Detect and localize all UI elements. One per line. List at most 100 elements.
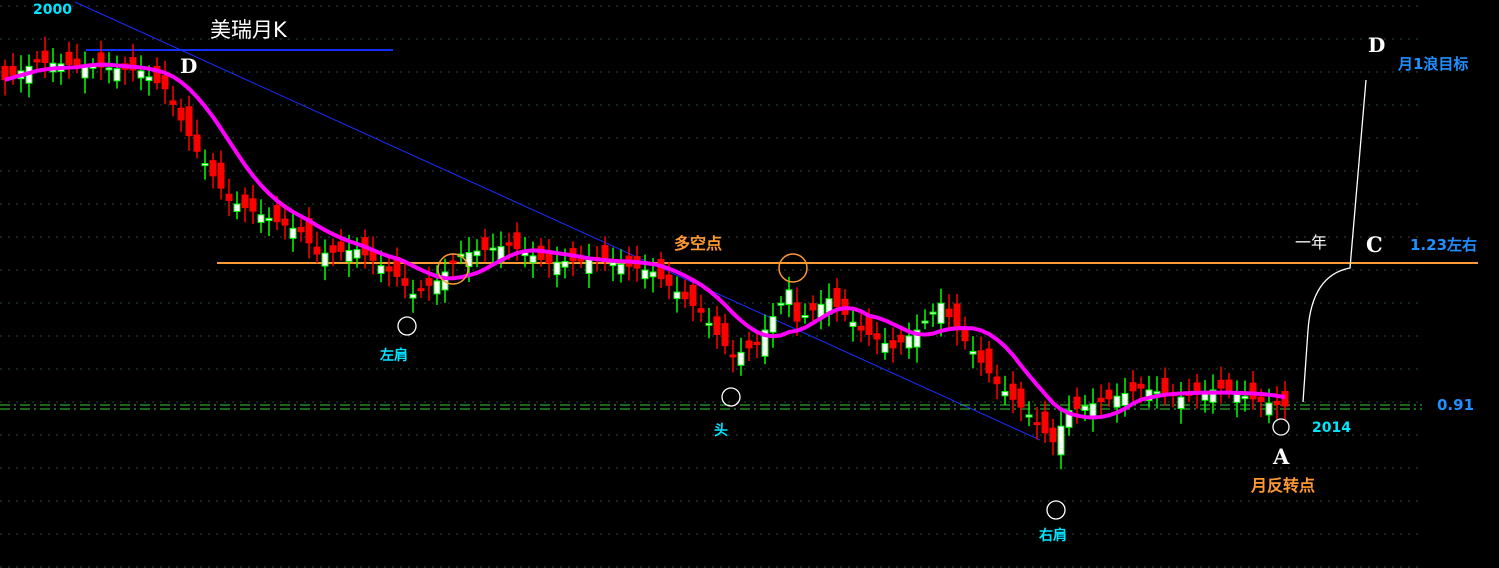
candle-body <box>1025 414 1033 418</box>
reversal-label: 月反转点 <box>1251 476 1316 495</box>
candle-body <box>265 217 273 222</box>
candle-body <box>409 293 417 299</box>
candle-body <box>1081 405 1089 411</box>
candle-body <box>905 335 913 349</box>
candle-body <box>209 160 217 177</box>
candle-body <box>833 287 841 308</box>
candle-body <box>481 237 489 251</box>
candle-body <box>257 214 265 223</box>
one-year-label: 一年 <box>1295 233 1328 252</box>
candle-body <box>1241 395 1249 400</box>
candle-body <box>713 316 721 335</box>
grid <box>0 5 1420 568</box>
candle-body <box>777 302 785 306</box>
candle-body <box>1249 382 1257 400</box>
candle-body <box>529 255 537 264</box>
candle-body <box>417 288 425 292</box>
head-label: 头 <box>714 423 728 439</box>
candle-body <box>169 100 177 105</box>
candle-body <box>513 232 521 250</box>
candle-body <box>9 65 17 76</box>
candle-body <box>345 249 353 262</box>
candle-body <box>801 315 809 319</box>
candle-body <box>1009 383 1017 400</box>
candle-body <box>585 258 593 274</box>
cross-marker-2 <box>778 253 808 283</box>
candle-body <box>193 134 201 152</box>
candle-body <box>161 75 169 90</box>
candle-body <box>865 316 873 335</box>
downtrend-line <box>74 1 1041 441</box>
candle-body <box>65 51 73 65</box>
candle-body <box>329 245 337 253</box>
candle-body <box>1017 388 1025 408</box>
candle-body <box>881 342 889 353</box>
candle-body <box>1073 396 1081 409</box>
candle-body <box>977 350 985 363</box>
candle-body <box>553 261 561 276</box>
candle-body <box>561 261 569 268</box>
candle-body <box>1001 390 1009 397</box>
candle-body <box>753 341 761 345</box>
candle-body <box>473 250 481 257</box>
candle-body <box>273 205 281 223</box>
candle-body <box>1153 391 1161 395</box>
candle-body <box>1129 382 1137 392</box>
end-year-label: 2014 <box>1312 420 1351 436</box>
candle-body <box>617 263 625 275</box>
candle-body <box>385 266 393 272</box>
candle-body <box>1217 379 1225 389</box>
candle-body <box>297 226 305 233</box>
candle-body <box>1161 377 1169 394</box>
candle-body <box>449 260 457 264</box>
candle-body <box>689 284 697 306</box>
chart-title: 美瑞月K <box>210 18 287 42</box>
candle-body <box>697 308 705 313</box>
c-label: C <box>1366 232 1383 257</box>
candle-body <box>1121 392 1129 406</box>
candle-body <box>745 340 753 349</box>
candle-body <box>73 58 81 66</box>
candle-body <box>1097 397 1105 403</box>
candle-body <box>321 252 329 267</box>
head-marker <box>721 387 741 407</box>
candle-body <box>137 70 145 79</box>
candle-body <box>897 334 905 343</box>
candle-body <box>1273 400 1281 406</box>
d-top-label: D <box>180 54 198 78</box>
candle-body <box>969 350 977 355</box>
candle-body <box>929 311 937 315</box>
candle-body <box>1049 427 1057 443</box>
long-short-label: 多空点 <box>674 234 723 253</box>
candle-body <box>241 194 249 209</box>
candle-body <box>937 302 945 324</box>
candle-body <box>577 258 585 262</box>
a-label: A <box>1273 444 1290 469</box>
candle-body <box>201 163 209 167</box>
candle-body <box>1137 383 1145 389</box>
candle-body <box>649 271 657 278</box>
candle-body <box>1033 422 1041 426</box>
candle-body <box>641 269 649 280</box>
start-year-label: 2000 <box>33 2 72 18</box>
candle-body <box>737 351 745 366</box>
candle-body <box>793 302 801 322</box>
candle-body <box>433 280 441 295</box>
candle-body <box>41 50 49 64</box>
candle-body <box>681 291 689 300</box>
candle-body <box>1177 396 1185 410</box>
candle-body <box>665 274 673 286</box>
right-shoulder-label: 右肩 <box>1039 528 1067 544</box>
candle-body <box>953 303 961 331</box>
candle-body <box>809 303 817 311</box>
left-shoulder-label: 左肩 <box>380 348 408 364</box>
candle-body <box>337 241 345 252</box>
right-shoulder-marker <box>1046 500 1066 520</box>
candle-body <box>353 249 361 259</box>
d-target-label: D <box>1368 33 1386 57</box>
candle-body <box>1257 396 1265 403</box>
candle-body <box>921 320 929 324</box>
candle-body <box>1041 411 1049 434</box>
candle-body <box>657 259 665 280</box>
candle-body <box>705 322 713 326</box>
